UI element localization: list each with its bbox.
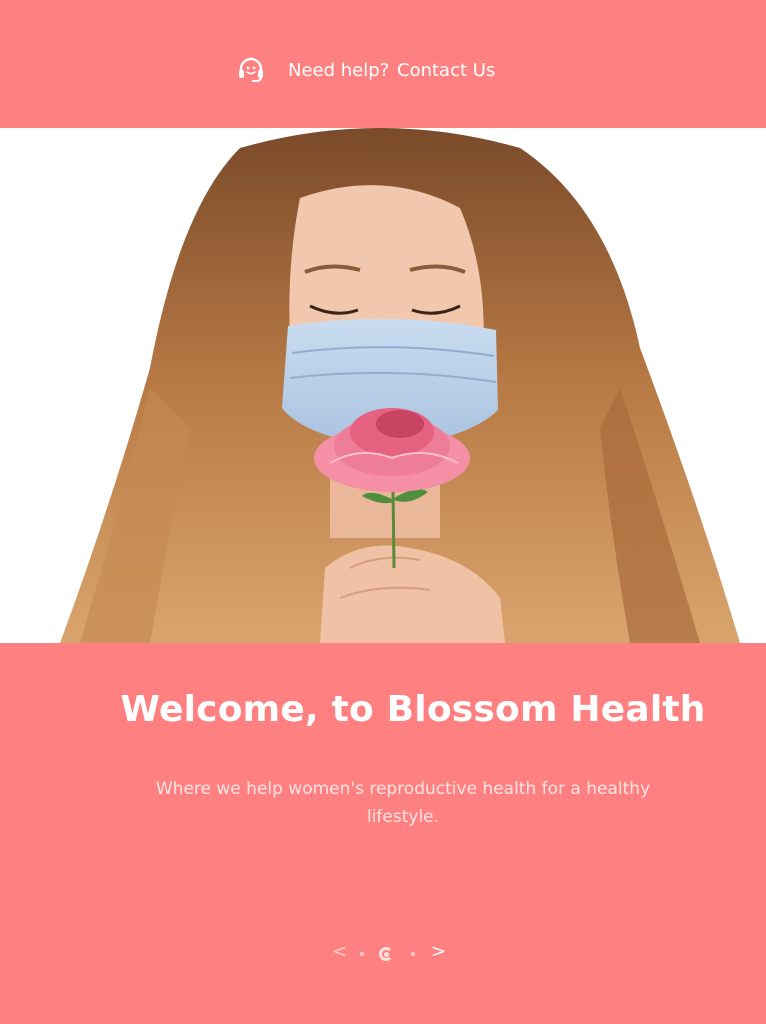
slider-prev-button[interactable]: < (332, 941, 347, 962)
slider-next-button[interactable]: > (431, 941, 446, 962)
slider-nav: < > (0, 941, 766, 977)
slider-dot-2-active[interactable] (379, 947, 393, 961)
need-help-label: Need help? (288, 60, 390, 81)
contact-us-link[interactable]: Contact Us (397, 60, 495, 81)
headset-icon (236, 56, 266, 84)
welcome-section: Welcome, to Blossom Health Where we help… (0, 643, 766, 1024)
slider-dot-1[interactable] (360, 952, 364, 956)
welcome-title: Welcome, to Blossom Health (120, 689, 706, 730)
welcome-subtitle: Where we help women's reproductive healt… (155, 779, 651, 827)
top-bar: Need help? Contact Us (0, 0, 766, 128)
slider-dot-3[interactable] (411, 952, 415, 956)
hero-image (0, 128, 766, 643)
